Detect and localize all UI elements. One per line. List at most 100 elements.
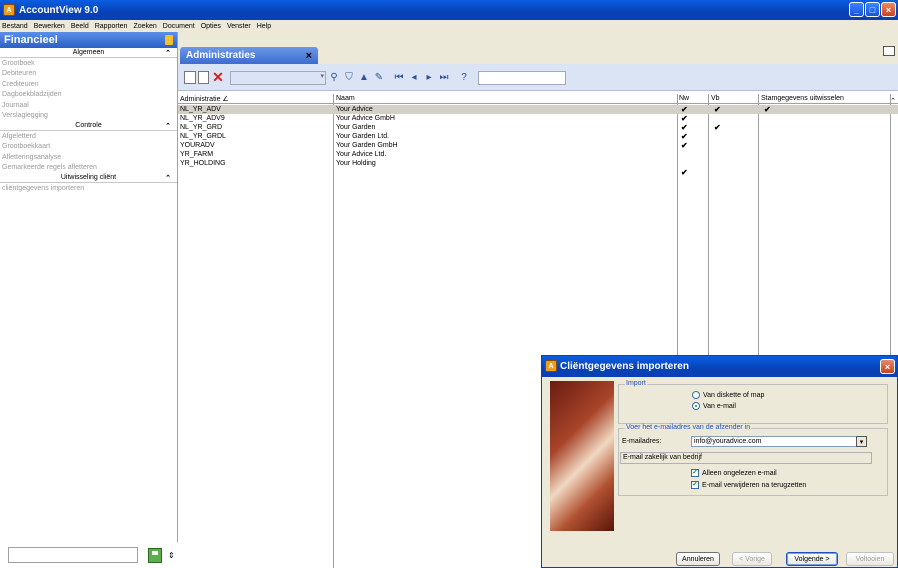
- radio-label: Van e-mail: [703, 402, 736, 410]
- tab-bar: Administraties ×: [178, 44, 898, 64]
- updown-icon[interactable]: ⇕: [168, 551, 175, 560]
- sidebar-footer: ⇕: [0, 542, 178, 568]
- sidebar-item-afletteringsanalyse[interactable]: Afletteringsanalyse: [0, 152, 177, 163]
- section-controle[interactable]: Controle ⌃: [0, 121, 177, 131]
- cell-code: NL_YR_GRD: [180, 124, 223, 131]
- cell-code: YR_FARM: [180, 151, 214, 158]
- menu-help[interactable]: Help: [257, 23, 271, 30]
- email-field[interactable]: info@youradvice.com: [691, 436, 867, 447]
- table-row[interactable]: NL_YR_ADV Your Advice ✔ ✔ ✔: [178, 105, 898, 114]
- section-algemeen[interactable]: Algemeen ⌃: [0, 48, 177, 58]
- dialog-title: Cliëntgegevens importeren: [560, 361, 689, 372]
- table-row[interactable]: NL_YR_ADV9 Your Advice GmbH ✔: [178, 114, 898, 123]
- binoculars-icon[interactable]: ⚲: [328, 71, 340, 84]
- last-record-icon[interactable]: ⏭: [438, 71, 450, 84]
- cell-vb: ✔: [714, 105, 721, 114]
- delete-icon[interactable]: ✕: [211, 69, 225, 85]
- sidebar: Financieel Algemeen ⌃ Grootboek Debiteur…: [0, 32, 178, 568]
- sidebar-title: Financieel: [4, 34, 58, 46]
- menu-opties[interactable]: Opties: [201, 23, 221, 30]
- section-title: Algemeen: [72, 49, 105, 56]
- next-button[interactable]: Volgende >: [786, 552, 838, 566]
- dialog-close-button[interactable]: ×: [880, 359, 895, 374]
- maximize-button[interactable]: □: [865, 2, 880, 17]
- sidebar-item-grootboekkaart[interactable]: Grootboekkaart: [0, 142, 177, 153]
- sidebar-footer-box: [8, 547, 138, 563]
- checkbox-unread[interactable]: ✓ Alleen ongelezen e-mail: [691, 469, 777, 477]
- menu-beeld[interactable]: Beeld: [71, 23, 89, 30]
- chevron-down-icon[interactable]: ▾: [856, 436, 867, 447]
- column-vb[interactable]: Vb: [711, 95, 720, 102]
- subject-field[interactable]: E-mail zakelijk van bedrijf: [620, 452, 872, 464]
- radio-button[interactable]: [692, 391, 700, 399]
- menu-zoeken[interactable]: Zoeken: [133, 23, 156, 30]
- radio-diskette[interactable]: Van diskette of map: [692, 391, 764, 399]
- cell-name: Your Garden Ltd.: [336, 133, 390, 140]
- collapse-icon[interactable]: ⌃: [165, 49, 171, 57]
- sidebar-item-grootboek[interactable]: Grootboek: [0, 58, 177, 69]
- view-combo[interactable]: ▾: [230, 71, 326, 85]
- menu-bar: Bestand Bewerken Beeld Rapporten Zoeken …: [0, 20, 898, 32]
- next-record-icon[interactable]: ▸: [423, 71, 435, 84]
- checkbox[interactable]: ✓: [691, 481, 699, 489]
- radio-email[interactable]: Van e-mail: [692, 402, 736, 410]
- close-button[interactable]: ×: [881, 2, 896, 17]
- sidebar-item-clientgegevens[interactable]: cliëntgegevens importeren: [0, 183, 177, 194]
- cell-nw: ✔: [681, 123, 688, 132]
- sidebar-item-journaal[interactable]: Journaal: [0, 100, 177, 111]
- sidebar-item-verslaglegging[interactable]: Verslaglegging: [0, 111, 177, 122]
- finish-button[interactable]: Voltooien: [846, 552, 894, 566]
- section-uitwisseling[interactable]: Uitwisseling cliënt ⌃: [0, 173, 177, 183]
- radio-label: Van diskette of map: [703, 391, 765, 399]
- help-icon[interactable]: ?: [458, 71, 470, 84]
- table-row[interactable]: NL_YR_GRD Your Garden ✔ ✔: [178, 123, 898, 132]
- menu-bestand[interactable]: Bestand: [2, 23, 28, 30]
- first-record-icon[interactable]: ⏮: [393, 71, 405, 84]
- table-row[interactable]: YR_FARM Your Advice Ltd.: [178, 150, 898, 159]
- sidebar-item-afgeletterd[interactable]: Afgeletterd: [0, 131, 177, 142]
- cancel-button[interactable]: Annuleren: [676, 552, 720, 566]
- window-restore-icon[interactable]: [883, 46, 895, 56]
- tab-close-icon[interactable]: ×: [306, 50, 312, 62]
- collapse-icon[interactable]: ⌃: [165, 174, 171, 182]
- scroll-up-icon[interactable]: ⌃: [890, 97, 896, 105]
- new-document-icon[interactable]: [198, 71, 209, 84]
- email-label: E-mailadres:: [622, 438, 662, 445]
- minimize-button[interactable]: _: [849, 2, 864, 17]
- sidebar-item-gemarkeerde-regels[interactable]: Gemarkeerde regels afletteren: [0, 163, 177, 174]
- column-nw[interactable]: Nw: [679, 95, 689, 102]
- chevron-down-icon: ▾: [320, 73, 324, 80]
- menu-bewerken[interactable]: Bewerken: [34, 23, 65, 30]
- tools-icon[interactable]: ✎: [373, 71, 385, 84]
- sidebar-item-dagboekbladzijden[interactable]: Dagboekbladzijden: [0, 90, 177, 101]
- menu-document[interactable]: Document: [163, 23, 195, 30]
- table-row[interactable]: YR_HOLDING Your Holding ✔: [178, 159, 898, 177]
- sort-icon[interactable]: ▲: [358, 71, 370, 84]
- table-row[interactable]: YOURADV Your Garden GmbH ✔: [178, 141, 898, 150]
- search-input[interactable]: [478, 71, 566, 85]
- column-administratie[interactable]: Administratie ∠: [180, 95, 229, 103]
- checkbox[interactable]: ✓: [691, 469, 699, 477]
- checkbox-delete[interactable]: ✓ E-mail verwijderen na terugzetten: [691, 481, 806, 489]
- column-naam[interactable]: Naam: [336, 95, 355, 102]
- table-row[interactable]: NL_YR_GRDL Your Garden Ltd. ✔: [178, 132, 898, 141]
- radio-button[interactable]: [692, 402, 700, 410]
- sidebar-item-debiteuren[interactable]: Debiteuren: [0, 69, 177, 80]
- cell-code: YOURADV: [180, 142, 215, 149]
- collapse-icon[interactable]: ⌃: [165, 122, 171, 130]
- menu-rapporten[interactable]: Rapporten: [95, 23, 128, 30]
- back-button[interactable]: < Vorige: [732, 552, 772, 566]
- tab-administraties[interactable]: Administraties ×: [180, 47, 318, 64]
- import-legend: Import: [625, 380, 647, 387]
- menu-venster[interactable]: Venster: [227, 23, 251, 30]
- save-icon[interactable]: [148, 547, 162, 563]
- sidebar-item-crediteuren[interactable]: Crediteuren: [0, 79, 177, 90]
- prev-record-icon[interactable]: ◂: [408, 71, 420, 84]
- form-view-icon[interactable]: [184, 71, 196, 84]
- column-stamgegevens[interactable]: Stamgegevens uitwisselen: [761, 95, 844, 102]
- filter-icon[interactable]: ⛉: [343, 71, 355, 84]
- pin-icon[interactable]: [165, 35, 173, 45]
- cell-nw: ✔: [681, 141, 688, 150]
- cell-code: NL_YR_ADV: [180, 106, 221, 113]
- checkbox-label: E-mail verwijderen na terugzetten: [702, 481, 807, 489]
